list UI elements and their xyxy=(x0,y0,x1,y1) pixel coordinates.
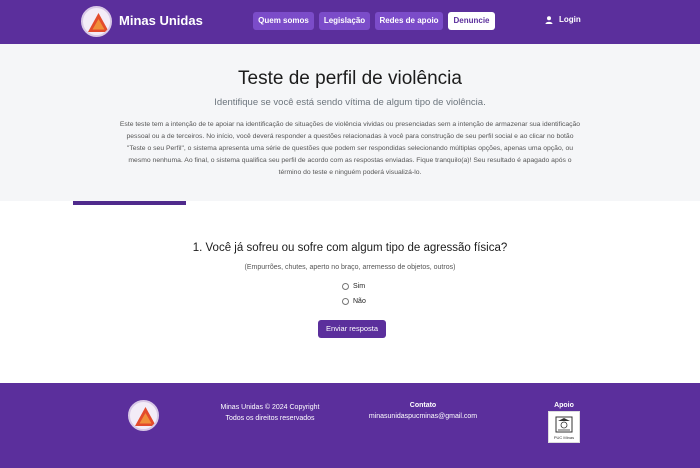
test-description: Este teste tem a intenção de te apoiar n… xyxy=(82,119,618,179)
option-nao[interactable]: Não xyxy=(342,298,366,305)
page-title: Teste de perfil de violência xyxy=(238,68,462,89)
contact-email[interactable]: minasunidaspucminas@gmail.com xyxy=(360,413,486,420)
nav-quem-somos-button[interactable]: Quem somos xyxy=(253,12,314,30)
option-sim[interactable]: Sim xyxy=(342,283,365,290)
description-line: término do teste e ninguém poderá visual… xyxy=(278,169,422,176)
description-line: Este teste tem a intenção de te apoiar n… xyxy=(119,121,581,128)
nav-legislacao-button[interactable]: Legislação xyxy=(319,12,370,30)
nav-redes-de-apoio-button[interactable]: Redes de apoio xyxy=(375,12,443,30)
description-line: "Teste o seu Perfil", o sistema apresent… xyxy=(126,145,574,152)
rights-line: Todos os direitos reservados xyxy=(225,415,315,422)
option-nao-radio[interactable] xyxy=(342,298,349,305)
support-heading: Apoio xyxy=(554,402,574,409)
login-link[interactable]: Login xyxy=(545,15,581,24)
question-examples: (Empurrões, chutes, aperto no braço, arr… xyxy=(244,264,456,271)
option-sim-radio[interactable] xyxy=(342,283,349,290)
nav-denuncie-button[interactable]: Denuncie xyxy=(448,12,495,30)
user-icon xyxy=(545,15,553,24)
submit-answer-button[interactable]: Enviar resposta xyxy=(318,320,386,338)
description-line: mesmo nenhuma. Ao final, o sistema quali… xyxy=(128,157,572,164)
hero-section: Teste de perfil de violência Identifique… xyxy=(0,44,700,201)
contact-heading: Contato xyxy=(409,402,437,409)
footer: Minas Unidas © 2024 Copyright Todos os d… xyxy=(0,383,700,468)
svg-text:PUC Minas: PUC Minas xyxy=(554,435,574,440)
footer-copyright: Minas Unidas © 2024 Copyright Todos os d… xyxy=(216,402,324,424)
option-sim-label: Sim xyxy=(353,283,366,290)
progress-tab-indicator xyxy=(73,201,186,205)
footer-logo-icon xyxy=(128,400,159,431)
copyright-line: Minas Unidas © 2024 Copyright xyxy=(220,404,320,411)
brand-logo-icon[interactable] xyxy=(81,6,112,37)
page-subtitle: Identifique se você está sendo vítima de… xyxy=(214,97,486,108)
description-line: pessoal ou a de terceiros. No início, vo… xyxy=(126,133,574,140)
option-nao-label: Não xyxy=(353,298,366,305)
login-label: Login xyxy=(559,15,581,24)
brand-name[interactable]: Minas Unidas xyxy=(119,13,203,28)
question-text: 1. Você já sofreu ou sofre com algum tip… xyxy=(192,242,508,254)
puc-minas-logo: PUC Minas xyxy=(548,411,580,443)
top-navbar: Minas Unidas Quem somos Legislação Redes… xyxy=(0,0,700,44)
